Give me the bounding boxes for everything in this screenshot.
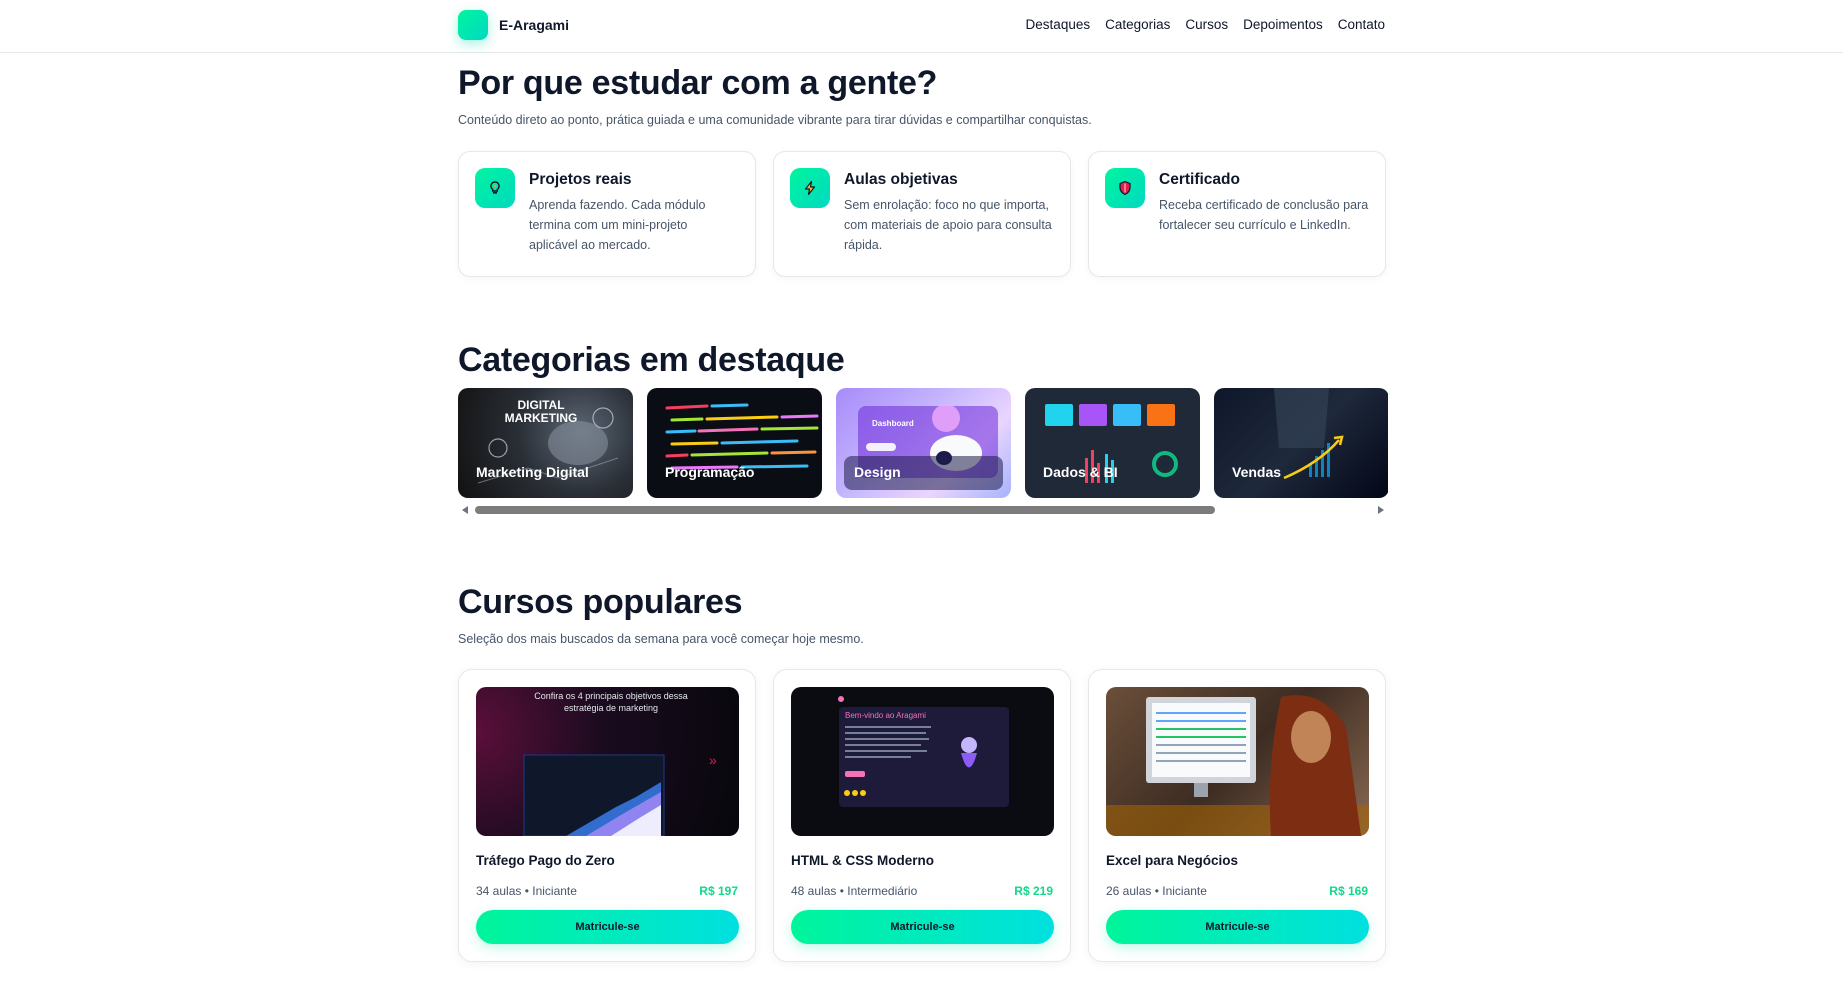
feature-title: Projetos reais	[529, 171, 632, 188]
feature-desc: Sem enrolação: foco no que importa, com …	[844, 198, 1052, 252]
category-card-vendas[interactable]: Vendas	[1214, 388, 1388, 498]
scrollbar-thumb[interactable]	[475, 506, 1215, 514]
nav-link-depoimentos[interactable]: Depoimentos	[1243, 17, 1323, 32]
course-info: 26 aulas • Iniciante	[1106, 884, 1207, 898]
course-thumbnail-text: Confira os 4 principais objetivos dessa …	[534, 691, 688, 713]
categories-carousel: DIGITAL MARKETING Marketing Digital Prog…	[458, 388, 1388, 500]
enroll-button[interactable]: Matricule-se	[1106, 910, 1369, 944]
category-label: Marketing Digital	[476, 464, 589, 480]
courses-title: Cursos populares	[458, 583, 743, 621]
course-thumbnail[interactable]: » Confira os 4 principais objetivos dess…	[476, 687, 739, 836]
svg-text:»: »	[709, 752, 717, 768]
course-thumbnail[interactable]: Bem-vindo ao Aragami	[791, 687, 1054, 836]
main-nav: Destaques Categorias Cursos Depoimentos …	[1026, 17, 1385, 32]
course-info: 48 aulas • Intermediário	[791, 884, 918, 898]
category-image-text: Dashboard	[872, 419, 914, 428]
why-title: Por que estudar com a gente?	[458, 64, 938, 102]
course-title: HTML & CSS Moderno	[791, 853, 934, 868]
category-card-dados-bi[interactable]: Dados & BI	[1025, 388, 1200, 498]
lightbulb-icon	[475, 168, 515, 208]
feature-desc: Receba certificado de conclusão para for…	[1159, 198, 1369, 232]
category-label: Dados & BI	[1043, 464, 1118, 480]
nav-link-cursos[interactable]: Cursos	[1185, 17, 1228, 32]
category-card-design[interactable]: Dashboard Design	[836, 388, 1011, 498]
category-card-programacao[interactable]: Programação	[647, 388, 822, 498]
courses-subtitle: Seleção dos mais buscados da semana para…	[458, 632, 864, 646]
feature-title: Aulas objetivas	[844, 171, 958, 188]
category-label: Design	[844, 456, 1003, 490]
features-row: Projetos reais Aprenda fazendo. Cada mód…	[458, 151, 1386, 277]
categories-scrollbar[interactable]	[458, 503, 1388, 517]
category-label: Programação	[665, 464, 755, 480]
category-card-marketing-digital[interactable]: DIGITAL MARKETING Marketing Digital	[458, 388, 633, 498]
nav-link-categorias[interactable]: Categorias	[1105, 17, 1170, 32]
course-thumbnail-text: Bem-vindo ao Aragami	[845, 711, 926, 720]
enroll-button[interactable]: Matricule-se	[476, 910, 739, 944]
brand-name: E-Aragami	[499, 17, 570, 33]
categories-title: Categorias em destaque	[458, 341, 845, 379]
course-thumbnail-image	[1106, 695, 1369, 836]
feature-card: Certificado Receba certificado de conclu…	[1088, 151, 1386, 277]
courses-row: » Confira os 4 principais objetivos dess…	[458, 669, 1386, 962]
course-price: R$ 169	[1329, 884, 1368, 898]
course-card: » Confira os 4 principais objetivos dess…	[458, 669, 756, 962]
course-info: 34 aulas • Iniciante	[476, 884, 577, 898]
feature-card: Projetos reais Aprenda fazendo. Cada mód…	[458, 151, 756, 277]
nav-link-destaques[interactable]: Destaques	[1026, 17, 1091, 32]
nav-link-contato[interactable]: Contato	[1338, 17, 1385, 32]
course-thumbnail[interactable]	[1106, 687, 1369, 836]
lightning-icon	[790, 168, 830, 208]
course-thumbnail-image	[838, 696, 1009, 807]
enroll-button[interactable]: Matricule-se	[791, 910, 1054, 944]
course-card: Excel para Negócios 26 aulas • Iniciante…	[1088, 669, 1386, 962]
category-image-text: DIGITAL MARKETING	[504, 398, 578, 425]
brand-logo-icon	[458, 10, 488, 40]
course-title: Tráfego Pago do Zero	[476, 853, 615, 868]
scroll-right-arrow-icon[interactable]	[1378, 506, 1384, 514]
feature-card: Aulas objetivas Sem enrolação: foco no q…	[773, 151, 1071, 277]
brand[interactable]: E-Aragami	[458, 10, 569, 40]
course-card: Bem-vindo ao Aragami HTML & CSS Moderno …	[773, 669, 1071, 962]
scroll-left-arrow-icon[interactable]	[462, 506, 468, 514]
course-title: Excel para Negócios	[1106, 853, 1239, 868]
shield-icon	[1105, 168, 1145, 208]
course-price: R$ 219	[1014, 884, 1053, 898]
category-label: Vendas	[1232, 464, 1282, 480]
feature-desc: Aprenda fazendo. Cada módulo termina com…	[529, 198, 706, 252]
course-price: R$ 197	[699, 884, 738, 898]
why-subtitle: Conteúdo direto ao ponto, prática guiada…	[458, 113, 1092, 127]
feature-title: Certificado	[1159, 171, 1240, 188]
top-navbar: E-Aragami Destaques Categorias Cursos De…	[0, 0, 1843, 53]
